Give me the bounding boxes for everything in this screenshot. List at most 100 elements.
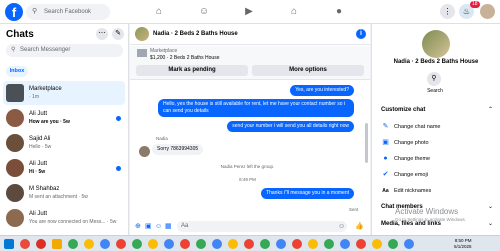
chat-list: Marketplace · 1m Ali Jutt How are you · 5w S… <box>0 81 128 231</box>
info-icon[interactable]: i <box>356 29 366 39</box>
message-outgoing: Thanks i"ll message you in a moment <box>261 188 354 199</box>
chrome-icon[interactable] <box>132 239 142 249</box>
scrollbar-thumb[interactable] <box>365 123 368 163</box>
like-icon: ✔ <box>382 171 389 178</box>
message-scrollbar[interactable] <box>365 83 368 213</box>
marketplace-label: Marketplace <box>150 48 178 54</box>
sticker-icon[interactable]: ☺ <box>155 222 162 231</box>
customize-chat-heading[interactable]: Customize chat <box>381 107 425 113</box>
chrome-icon[interactable] <box>212 239 222 249</box>
chrome-icon[interactable] <box>276 239 286 249</box>
listing-title[interactable]: $1,200 · 2 Beds 2 Baths House <box>150 55 220 61</box>
chat-list-item[interactable]: Ali Jutt You are now connected on Mess...… <box>3 206 125 230</box>
chrome-icon[interactable] <box>308 239 318 249</box>
app-icon[interactable] <box>36 239 46 249</box>
chat-list-item[interactable]: Ali Jutt Hi · 5w <box>3 156 125 180</box>
groups-icon[interactable]: ● <box>331 4 347 20</box>
search-messenger-input[interactable]: ⚲ Search Messenger <box>6 44 123 57</box>
chrome-icon[interactable] <box>356 239 366 249</box>
chrome-icon[interactable] <box>244 239 254 249</box>
chrome-icon[interactable] <box>404 239 414 249</box>
sender-avatar[interactable] <box>139 146 150 157</box>
chat-name: Ali Jutt <box>29 161 48 167</box>
chat-list-item[interactable]: M Shahbaz M sent an attachment · 5w <box>3 181 125 205</box>
customize-option-label: Change emoji <box>394 172 428 178</box>
chats-heading: Chats <box>6 29 34 40</box>
chrome-icon[interactable] <box>340 239 350 249</box>
customize-option-label: Change chat name <box>394 124 441 130</box>
message-outgoing: Hello, yes the house is still available … <box>158 99 354 117</box>
chat-preview: Hello · 5w <box>29 144 52 150</box>
tab-inbox[interactable]: Inbox <box>6 66 28 77</box>
like-icon[interactable]: 👍 <box>355 222 364 231</box>
chat-list-item[interactable]: Marketplace · 1m <box>3 81 125 105</box>
chat-name: Sajid Ali <box>29 136 51 142</box>
chrome-icon[interactable] <box>100 239 110 249</box>
search-icon[interactable]: ⚲ <box>427 72 441 86</box>
chrome-icon[interactable] <box>196 239 206 249</box>
chrome-icon[interactable] <box>164 239 174 249</box>
message-incoming: Sorry 7863994305 <box>152 144 204 155</box>
chrome-icon[interactable] <box>260 239 270 249</box>
avatar <box>6 84 24 102</box>
chrome-icon[interactable] <box>324 239 334 249</box>
chrome-icon[interactable] <box>388 239 398 249</box>
marketplace-icon[interactable]: ⌂ <box>286 4 302 20</box>
chevron-down-icon[interactable]: ⌄ <box>488 220 493 227</box>
chrome-icon[interactable] <box>180 239 190 249</box>
conversation-title[interactable]: Nadia · 2 Beds 2 Baths House <box>153 31 238 37</box>
new-message-icon[interactable]: ✎ <box>112 28 124 40</box>
composer: ⊕ ▣ ☺ ▦ Aa ☺ 👍 <box>130 218 370 235</box>
clock-date: 5/1/2025 <box>454 244 472 249</box>
chrome-icon[interactable] <box>148 239 158 249</box>
facebook-logo[interactable]: f <box>5 3 23 21</box>
listing-thumbnail[interactable] <box>137 49 147 57</box>
chat-avatar[interactable] <box>422 30 450 58</box>
photo-icon[interactable]: ▣ <box>145 222 152 231</box>
marketplace-listing-bar: Marketplace $1,200 · 2 Beds 2 Baths Hous… <box>130 46 370 80</box>
more-options-button[interactable]: More options <box>252 65 364 76</box>
friends-icon[interactable]: ☺ <box>196 4 212 20</box>
chrome-icon[interactable] <box>84 239 94 249</box>
gif-icon[interactable]: ▦ <box>165 222 172 231</box>
menu-grid-icon[interactable]: ⋮ <box>440 4 455 19</box>
file-explorer-icon[interactable] <box>52 239 62 249</box>
conversation-panel: Nadia · 2 Beds 2 Baths House i Marketpla… <box>130 24 370 235</box>
chrome-icon[interactable] <box>116 239 126 249</box>
avatar <box>6 184 24 202</box>
search-messenger-placeholder: Search Messenger <box>20 47 71 53</box>
profile-avatar[interactable] <box>480 4 495 19</box>
chrome-icon[interactable] <box>68 239 78 249</box>
windows-start-icon[interactable] <box>4 239 14 249</box>
chrome-icon[interactable] <box>292 239 302 249</box>
system-clock[interactable]: 8:50 PM 5/1/2025 <box>454 238 472 250</box>
timestamp: 8:49 PM <box>239 177 256 182</box>
chevron-down-icon[interactable]: ⌄ <box>488 203 493 210</box>
chat-name: M Shahbaz <box>29 186 60 192</box>
system-message: Nadia Perez left the group. <box>220 164 275 169</box>
message-input[interactable]: Aa <box>177 221 347 232</box>
home-icon[interactable]: ⌂ <box>151 4 167 20</box>
conversation-avatar[interactable] <box>135 27 149 41</box>
video-icon[interactable]: ▶ <box>241 4 257 20</box>
watermark-line-2: Go to Settings to activate Windows. <box>395 217 467 222</box>
chevron-up-icon[interactable]: ⌃ <box>488 106 493 113</box>
chrome-icon[interactable] <box>372 239 382 249</box>
more-options-icon[interactable]: ⋯ <box>96 28 108 40</box>
mark-as-pending-button[interactable]: Mark as pending <box>136 65 248 76</box>
chat-preview: M sent an attachment · 5w <box>29 194 88 200</box>
chat-name: Nadia · 2 Beds 2 Baths House <box>393 59 479 65</box>
chat-list-item[interactable]: Ali Jutt How are you · 5w <box>3 106 125 130</box>
search-placeholder: Search Facebook <box>44 9 92 15</box>
chat-list-item[interactable]: Sajid Ali Hello · 5w <box>3 131 125 155</box>
plus-icon[interactable]: ⊕ <box>135 222 141 231</box>
chrome-icon[interactable] <box>228 239 238 249</box>
message-list: Yes, are you interested? Hello, yes the … <box>130 81 370 218</box>
chat-preview: · 1m <box>29 94 39 100</box>
customize-option-label: Change photo <box>394 140 429 146</box>
facebook-search-input[interactable]: ⚲ Search Facebook <box>26 4 110 20</box>
app-icon[interactable] <box>20 239 30 249</box>
emoji-icon[interactable]: ☺ <box>338 222 345 231</box>
unread-dot-icon <box>116 116 121 121</box>
avatar <box>6 209 24 227</box>
